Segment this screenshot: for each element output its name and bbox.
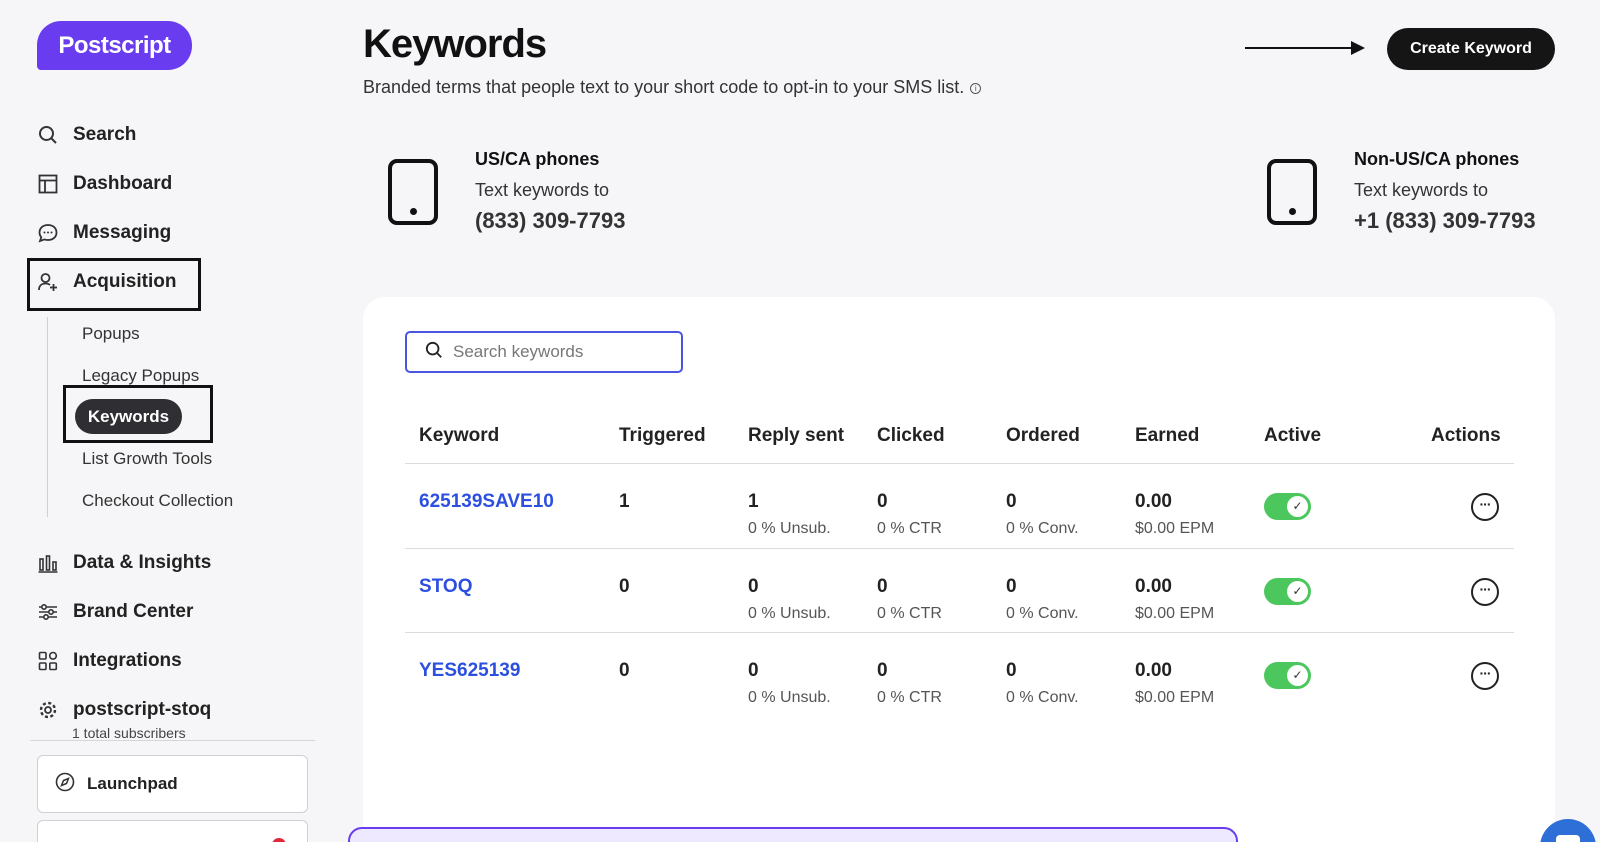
keyword-link[interactable]: STOQ xyxy=(419,576,473,598)
reply-value: 0 xyxy=(748,660,759,681)
nav-search[interactable]: Search xyxy=(37,117,136,153)
reply-value: 0 xyxy=(748,576,759,597)
check-icon: ✓ xyxy=(1287,665,1308,686)
chat-icon xyxy=(37,222,59,244)
search-box[interactable] xyxy=(405,331,683,373)
clicked-value: 0 xyxy=(877,491,888,512)
active-toggle[interactable]: ✓ xyxy=(1264,493,1311,520)
triggered-value: 1 xyxy=(619,491,630,512)
user-plus-icon xyxy=(37,271,59,293)
table-row: STOQ 0 0 0 % Unsub. 0 0 % CTR 0 0 % Conv… xyxy=(0,565,1600,649)
keyword-link[interactable]: 625139SAVE10 xyxy=(419,491,554,513)
phone-number: (833) 309-7793 xyxy=(475,208,626,233)
nav-dashboard[interactable]: Dashboard xyxy=(37,166,172,202)
col-active: Active xyxy=(1264,425,1322,446)
phone-title: Non-US/CA phones xyxy=(1354,149,1520,169)
check-icon: ✓ xyxy=(1287,581,1308,602)
arrow-annotation xyxy=(1245,41,1365,55)
earned-value: 0.00 xyxy=(1135,491,1172,512)
launchpad-button[interactable]: Launchpad xyxy=(37,755,308,813)
unsub-rate: 0 % Unsub. xyxy=(748,689,831,706)
col-reply-sent: Reply sent xyxy=(748,425,845,446)
col-triggered: Triggered xyxy=(619,425,706,446)
epm-value: $0.00 EPM xyxy=(1135,520,1215,537)
table-divider xyxy=(405,632,1514,633)
nav-label: Messaging xyxy=(73,222,172,243)
sidebar-card[interactable] xyxy=(37,820,308,842)
table-row: 625139SAVE10 1 1 0 % Unsub. 0 0 % CTR 0 … xyxy=(0,480,1600,564)
ctr-rate: 0 % CTR xyxy=(877,689,942,706)
subnav-popups[interactable]: Popups xyxy=(82,324,140,344)
ctr-rate: 0 % CTR xyxy=(877,520,942,537)
nav-label: Acquisition xyxy=(73,271,177,292)
keyword-link[interactable]: YES625139 xyxy=(419,660,520,682)
launchpad-label: Launchpad xyxy=(87,774,178,793)
nav-acquisition[interactable]: Acquisition xyxy=(37,264,176,300)
info-icon[interactable]: i xyxy=(970,83,982,94)
ordered-value: 0 xyxy=(1006,576,1017,597)
nav-label: Search xyxy=(73,124,137,145)
postscript-logo[interactable]: Postscript xyxy=(37,21,192,70)
dashboard-icon xyxy=(37,173,59,195)
subtitle-text: Branded terms that people text to your s… xyxy=(363,77,965,97)
earned-value: 0.00 xyxy=(1135,576,1172,597)
phone-number: +1 (833) 309-7793 xyxy=(1354,208,1536,233)
sidebar-divider xyxy=(30,740,315,741)
col-ordered: Ordered xyxy=(1006,425,1080,446)
ctr-rate: 0 % CTR xyxy=(877,605,942,622)
unsub-rate: 0 % Unsub. xyxy=(748,605,831,622)
col-keyword: Keyword xyxy=(419,425,500,446)
phone-sub: Text keywords to xyxy=(1354,180,1489,200)
check-icon: ✓ xyxy=(1287,496,1308,517)
more-actions-button[interactable]: ··· xyxy=(1471,578,1499,606)
compass-icon xyxy=(55,772,75,797)
epm-value: $0.00 EPM xyxy=(1135,605,1215,622)
search-icon xyxy=(37,124,59,146)
subnav-legacy-popups[interactable]: Legacy Popups xyxy=(82,366,199,386)
reply-value: 1 xyxy=(748,491,759,512)
search-icon xyxy=(425,341,443,364)
page-subtitle: Branded terms that people text to your s… xyxy=(363,77,982,98)
subnav-keywords[interactable]: Keywords xyxy=(75,399,182,434)
unsub-rate: 0 % Unsub. xyxy=(748,520,831,537)
col-clicked: Clicked xyxy=(877,425,945,446)
conv-rate: 0 % Conv. xyxy=(1006,689,1079,706)
col-earned: Earned xyxy=(1135,425,1200,446)
phone-icon xyxy=(1267,159,1317,225)
more-actions-button[interactable]: ··· xyxy=(1471,493,1499,521)
triggered-value: 0 xyxy=(619,660,630,681)
bottom-banner[interactable] xyxy=(348,827,1238,842)
triggered-value: 0 xyxy=(619,576,630,597)
active-toggle[interactable]: ✓ xyxy=(1264,662,1311,689)
phone-icon xyxy=(388,159,438,225)
create-keyword-button[interactable]: Create Keyword xyxy=(1387,28,1555,70)
table-divider xyxy=(405,548,1514,549)
page-title: Keywords xyxy=(363,22,547,66)
phone-sub: Text keywords to xyxy=(475,180,610,200)
col-actions: Actions xyxy=(1431,425,1501,446)
subnav-list-growth-tools[interactable]: List Growth Tools xyxy=(82,449,212,469)
phone-title: US/CA phones xyxy=(475,149,600,169)
active-toggle[interactable]: ✓ xyxy=(1264,578,1311,605)
ordered-value: 0 xyxy=(1006,491,1017,512)
table-divider xyxy=(405,463,1514,464)
earned-value: 0.00 xyxy=(1135,660,1172,681)
search-input[interactable] xyxy=(453,342,663,362)
epm-value: $0.00 EPM xyxy=(1135,689,1215,706)
nav-messaging[interactable]: Messaging xyxy=(37,215,171,251)
conv-rate: 0 % Conv. xyxy=(1006,520,1079,537)
table-row: YES625139 0 0 0 % Unsub. 0 0 % CTR 0 0 %… xyxy=(0,649,1600,733)
more-actions-button[interactable]: ··· xyxy=(1471,662,1499,690)
conv-rate: 0 % Conv. xyxy=(1006,605,1079,622)
ordered-value: 0 xyxy=(1006,660,1017,681)
nav-label: Dashboard xyxy=(73,173,173,194)
clicked-value: 0 xyxy=(877,576,888,597)
clicked-value: 0 xyxy=(877,660,888,681)
